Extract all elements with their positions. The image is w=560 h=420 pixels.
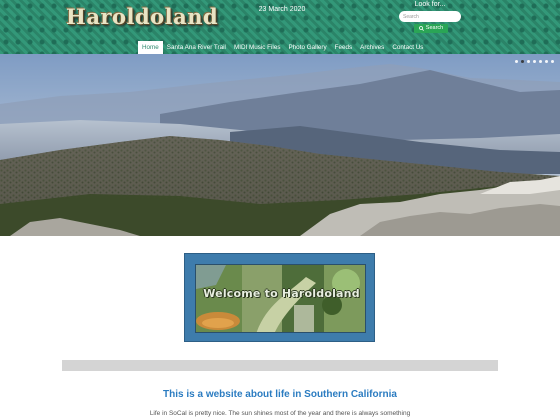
slideshow-dot[interactable] (521, 60, 524, 63)
intro-text: Life in SoCal is pretty nice. The sun sh… (149, 410, 411, 417)
slideshow-dots (515, 60, 554, 63)
welcome-banner: Welcome to Haroldoland (184, 253, 375, 342)
welcome-collage-image: Welcome to Haroldoland (195, 264, 366, 333)
site-header: Haroldoland 23 March 2020 Look for... Se… (0, 0, 560, 54)
search-button[interactable]: Search (414, 24, 448, 33)
site-logo[interactable]: Haroldoland (66, 4, 218, 30)
nav-midi-music-files[interactable]: MIDI Music Files (230, 41, 285, 54)
nav-photo-gallery[interactable]: Photo Gallery (284, 41, 330, 54)
nav-feeds[interactable]: Feeds (331, 41, 357, 54)
slideshow-dot[interactable] (539, 60, 542, 63)
current-date: 23 March 2020 (258, 6, 306, 13)
search-input[interactable] (399, 11, 461, 22)
main-nav: Home Santa Ana River Trail MIDI Music Fi… (138, 41, 427, 54)
nav-contact-us[interactable]: Contact Us (388, 41, 427, 54)
nav-archives[interactable]: Archives (356, 41, 388, 54)
slideshow-dot[interactable] (515, 60, 518, 63)
search-label: Look for... (414, 1, 446, 8)
search-button-label: Search (425, 25, 444, 31)
nav-home[interactable]: Home (138, 41, 163, 54)
slideshow-dot[interactable] (551, 60, 554, 63)
page-subtitle: This is a website about life in Southern… (163, 389, 397, 400)
welcome-title: Welcome to Haroldoland (203, 287, 360, 300)
nav-santa-ana-river-trail[interactable]: Santa Ana River Trail (163, 41, 230, 54)
slideshow-dot[interactable] (533, 60, 536, 63)
divider-bar (62, 360, 498, 371)
search-icon (418, 26, 424, 31)
mountain-landscape-image (0, 54, 560, 236)
slideshow-dot[interactable] (545, 60, 548, 63)
slideshow-dot[interactable] (527, 60, 530, 63)
hero-slideshow[interactable] (0, 54, 560, 236)
